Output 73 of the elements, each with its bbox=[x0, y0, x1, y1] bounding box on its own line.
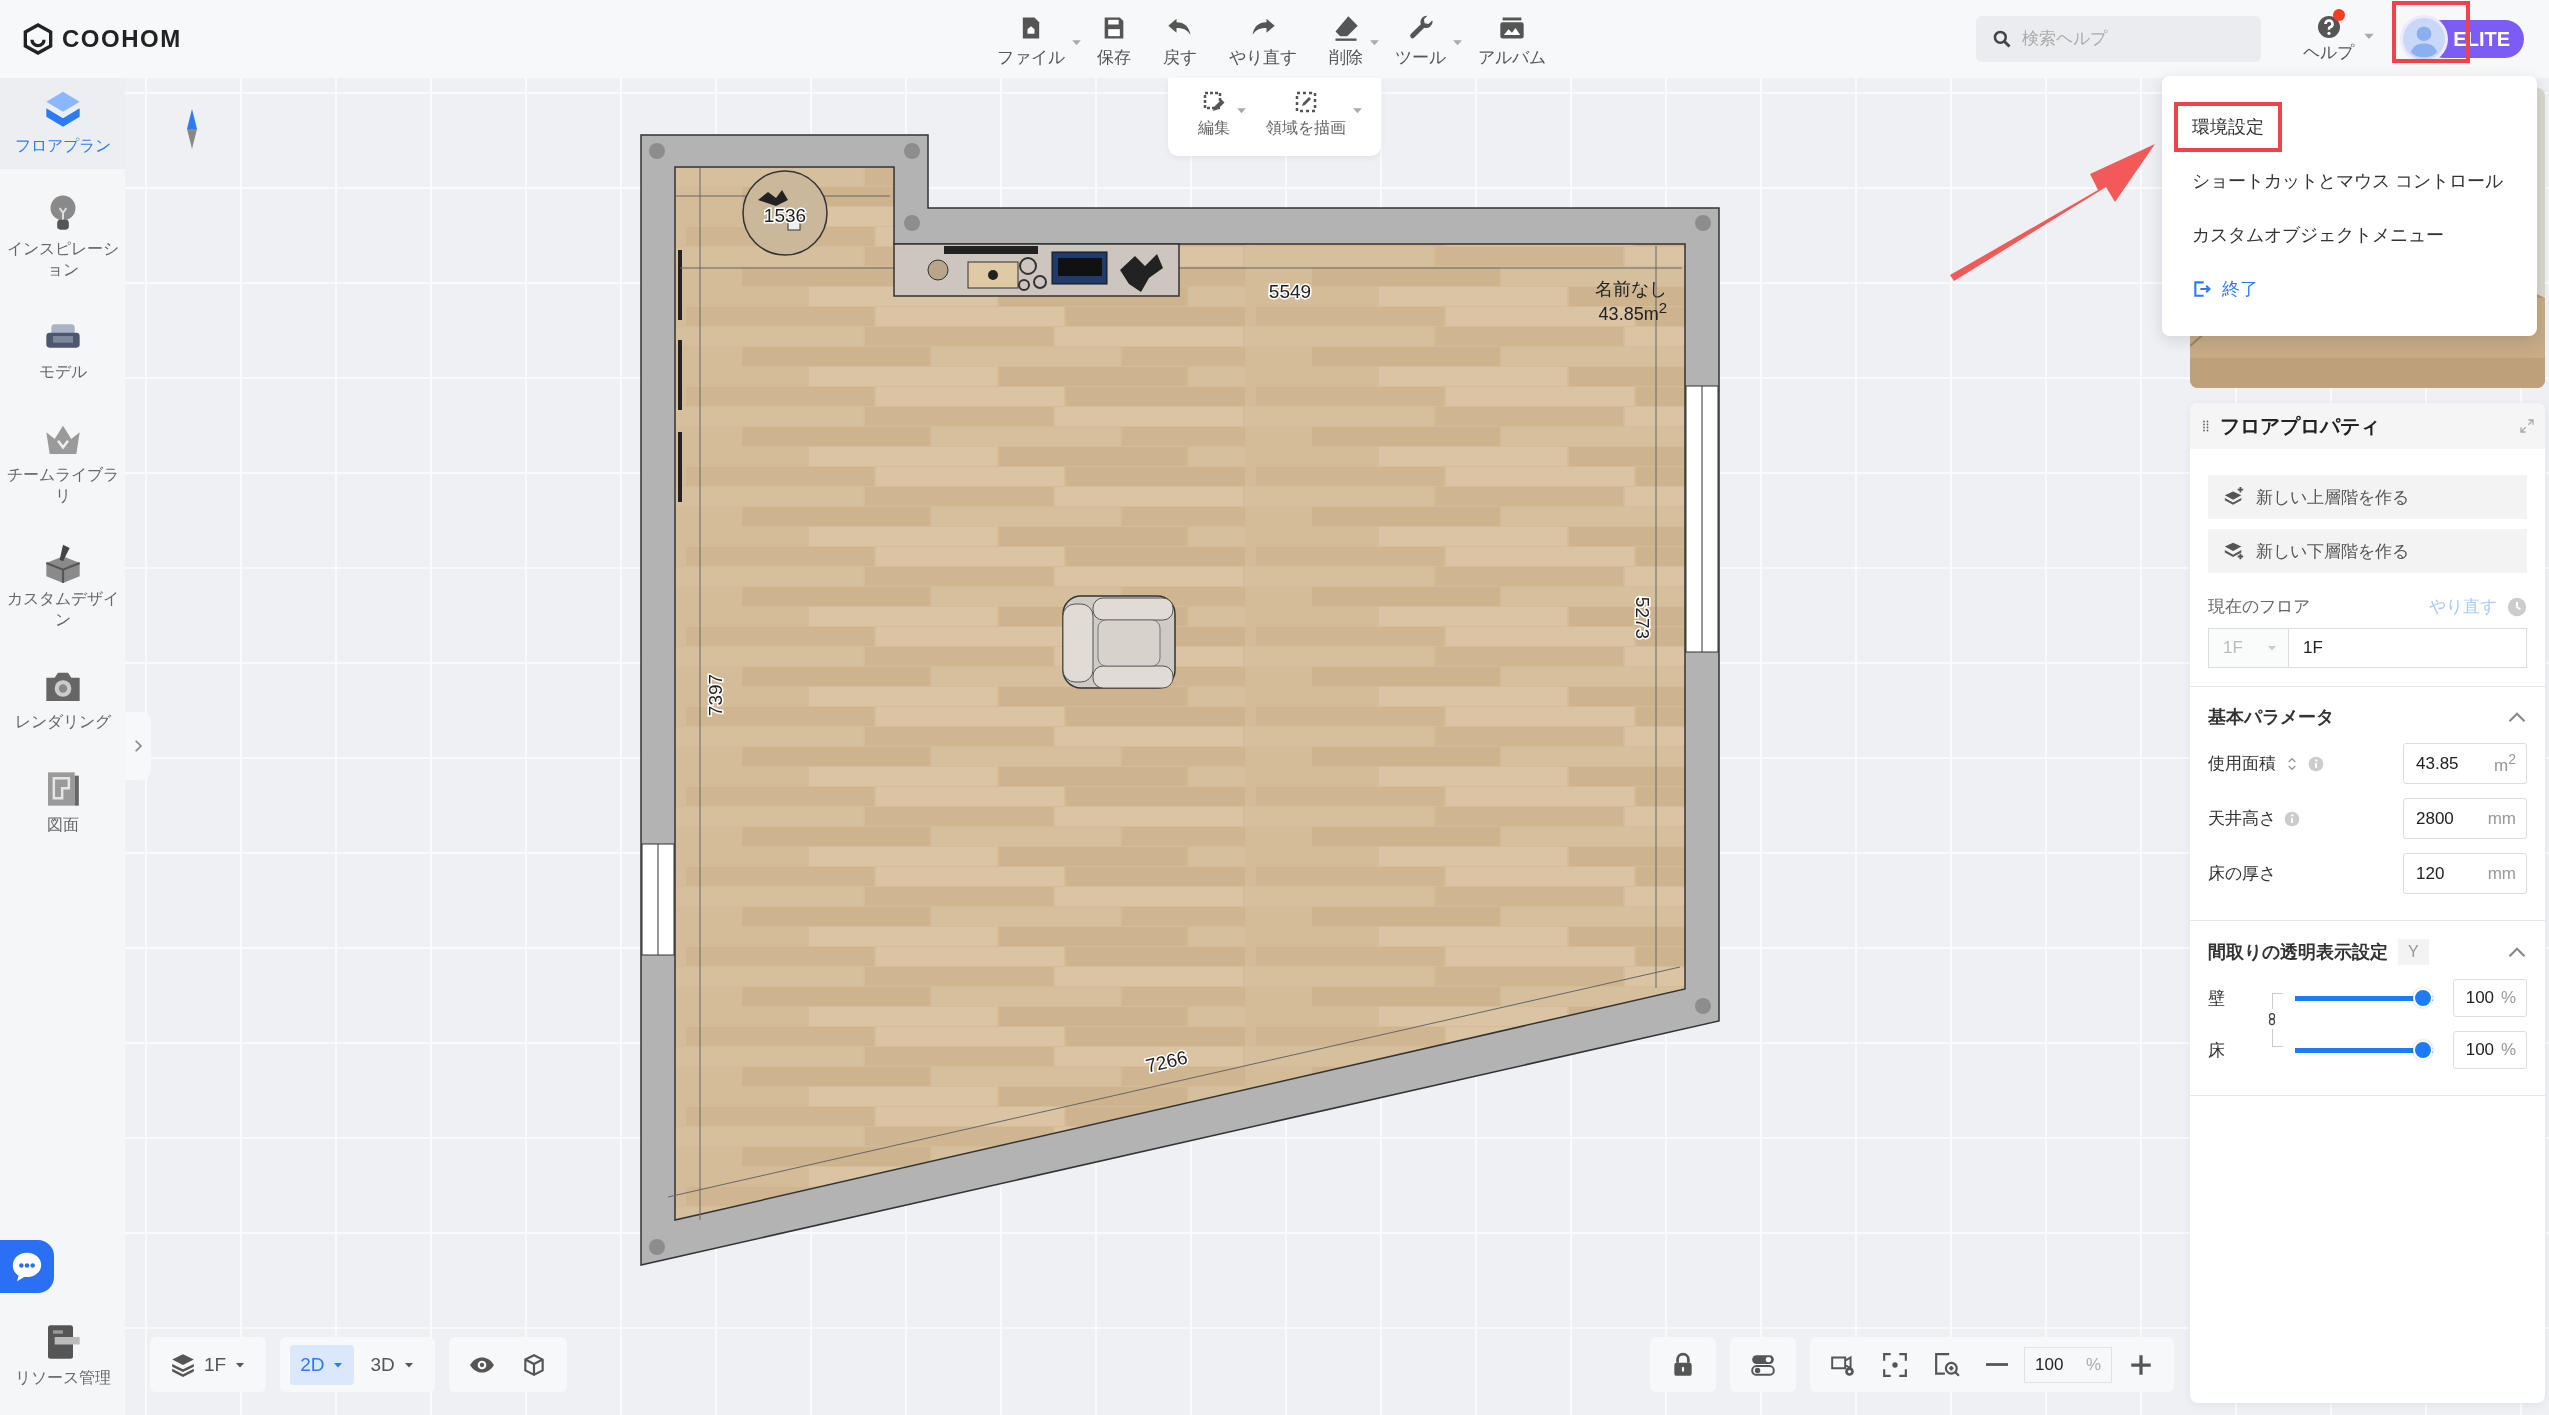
wall-corner bbox=[649, 1239, 665, 1255]
section-title: 基本パラメータ bbox=[2208, 706, 2334, 729]
field-label: 現在のフロア bbox=[2208, 596, 2310, 618]
sidebar-item[interactable]: カスタムデザイン bbox=[0, 530, 125, 643]
toolbar-button[interactable]: 戻す bbox=[1153, 9, 1213, 69]
sidebar-item[interactable]: チームライブラリ bbox=[0, 407, 125, 519]
section-title: 間取りの透明表示設定 bbox=[2208, 941, 2388, 964]
field-label: 床の厚さ bbox=[2208, 863, 2276, 885]
expand-icon bbox=[2519, 418, 2535, 434]
toolbar-button[interactable]: 保存 bbox=[1087, 9, 1147, 69]
layers-plus-icon bbox=[2222, 486, 2246, 508]
room-name: 名前なし bbox=[1595, 280, 1667, 300]
number-field[interactable]: 100 % bbox=[2452, 979, 2527, 1017]
grid-pencil-icon bbox=[1201, 90, 1226, 114]
number-field[interactable]: 2800 mm bbox=[2403, 798, 2527, 839]
user-avatar-icon bbox=[2403, 18, 2445, 60]
toolbar-button[interactable]: ファイル bbox=[987, 9, 1081, 69]
panel-title: フロアプロパティ bbox=[2220, 413, 2381, 439]
layers-plus-icon bbox=[2222, 540, 2246, 562]
clock-icon bbox=[2507, 596, 2527, 617]
sidebar-item[interactable]: フロアプラン bbox=[0, 78, 125, 169]
compass-icon bbox=[186, 108, 198, 150]
exit-icon bbox=[2192, 279, 2212, 299]
toolbar-button[interactable]: 領域を描画 bbox=[1255, 78, 1362, 156]
minus-icon bbox=[1986, 1363, 2008, 1366]
zoom-search-icon bbox=[1934, 1351, 1960, 1378]
wall-corner bbox=[1695, 998, 1711, 1014]
slider-label: 床 bbox=[2208, 1039, 2226, 1062]
sidebar-item[interactable]: レンダリング bbox=[0, 654, 125, 746]
brand-name: COOHOM bbox=[62, 25, 182, 53]
field-label: 天井高さ bbox=[2208, 808, 2276, 830]
toolbar-button[interactable]: 編集 bbox=[1187, 78, 1246, 156]
number-field[interactable]: 100 % bbox=[2452, 1031, 2527, 1069]
toolbar-button[interactable]: やり直す bbox=[1219, 9, 1313, 69]
help-icon bbox=[2316, 14, 2341, 39]
menu-item[interactable]: 終了 bbox=[2174, 264, 2276, 314]
shortcut-tag: Y bbox=[2398, 939, 2429, 965]
toolbar-button[interactable]: アルバム bbox=[1468, 9, 1562, 69]
chat-button[interactable] bbox=[0, 1240, 54, 1293]
search-field[interactable]: 検索ヘルプ bbox=[1976, 16, 2261, 62]
create-floor-button[interactable]: 新しい上層階を作る bbox=[2208, 475, 2527, 519]
dashed-square-icon bbox=[1293, 90, 1318, 114]
eraser-icon bbox=[1332, 13, 1360, 42]
wall-corner bbox=[904, 215, 920, 231]
wall-corner bbox=[649, 143, 665, 159]
focus-icon bbox=[1882, 1351, 1908, 1378]
view-tab[interactable]: 3D bbox=[360, 1344, 425, 1385]
number-field[interactable]: 120 mm bbox=[2403, 853, 2527, 894]
sidebar-item[interactable]: インスピレーション bbox=[0, 180, 125, 293]
menu-item[interactable]: ショートカットとマウス コントロール bbox=[2174, 156, 2521, 206]
dimension-label: 7397 bbox=[705, 673, 726, 717]
wall-corner bbox=[1695, 215, 1711, 231]
wall-corner bbox=[904, 143, 920, 159]
logo-icon bbox=[22, 23, 54, 55]
layers-icon bbox=[170, 1351, 196, 1378]
sidebar-item[interactable]: モデル bbox=[0, 304, 125, 396]
dimension-label: 1536 bbox=[763, 205, 807, 226]
toolbar-button[interactable]: ツール bbox=[1385, 9, 1462, 69]
menu-item[interactable]: 環境設定 bbox=[2174, 102, 2282, 152]
zoom-field[interactable]: 100 % bbox=[2024, 1346, 2112, 1383]
number-field[interactable]: 43.85 m$^{2}$ bbox=[2403, 743, 2527, 784]
room-area: 43.85m$^{2}$ bbox=[1598, 299, 1667, 325]
slider-label: 壁 bbox=[2208, 987, 2226, 1010]
dimension-label: 5549 bbox=[1268, 281, 1312, 302]
create-floor-button[interactable]: 新しい下層階を作る bbox=[2208, 529, 2527, 573]
toolbar-button[interactable]: 削除 bbox=[1319, 9, 1379, 69]
search-icon bbox=[1992, 29, 2012, 49]
menu-item[interactable]: カスタムオブジェクトメニュー bbox=[2174, 210, 2462, 260]
sidebar-item[interactable]: 図面 bbox=[0, 757, 125, 848]
dimension-label: 7266 bbox=[1143, 1046, 1190, 1077]
field-label: 使用面積 bbox=[2208, 753, 2276, 775]
dimension-label: 5273 bbox=[1632, 596, 1653, 640]
sidebar-item[interactable]: リソース管理 bbox=[0, 1322, 125, 1389]
